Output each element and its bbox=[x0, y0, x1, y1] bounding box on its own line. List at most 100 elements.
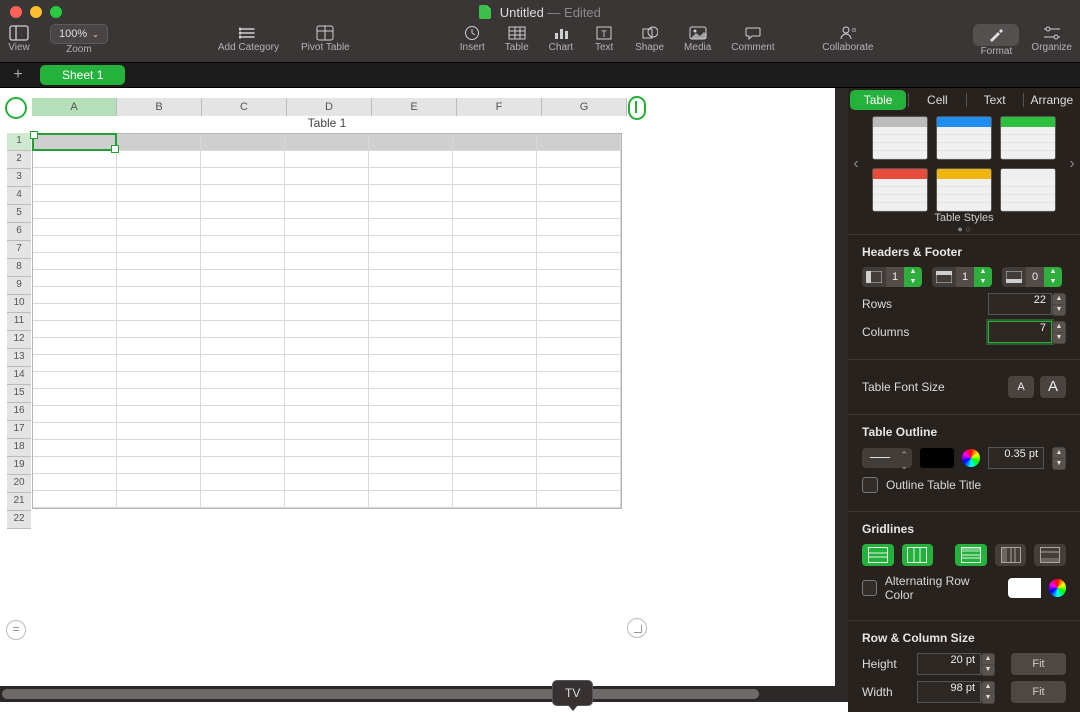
cell[interactable] bbox=[201, 151, 285, 168]
cell[interactable] bbox=[285, 219, 369, 236]
zoom-select[interactable]: 100%⌄ Zoom bbox=[50, 24, 108, 55]
cell[interactable] bbox=[369, 168, 453, 185]
cell[interactable] bbox=[369, 270, 453, 287]
alternating-color-well[interactable] bbox=[1008, 578, 1041, 598]
sheet-tab[interactable]: Sheet 1 bbox=[40, 65, 125, 85]
cell[interactable] bbox=[537, 406, 621, 423]
cell[interactable] bbox=[453, 406, 537, 423]
cell[interactable] bbox=[117, 202, 201, 219]
cell[interactable] bbox=[33, 287, 117, 304]
cell[interactable] bbox=[285, 168, 369, 185]
font-smaller-button[interactable]: A bbox=[1008, 376, 1034, 398]
cell[interactable] bbox=[369, 134, 453, 151]
cell[interactable] bbox=[117, 219, 201, 236]
cell[interactable] bbox=[537, 474, 621, 491]
tab-cell[interactable]: Cell bbox=[909, 93, 965, 107]
cell[interactable] bbox=[369, 491, 453, 508]
cell[interactable] bbox=[201, 134, 285, 151]
cell[interactable] bbox=[201, 355, 285, 372]
outline-title-checkbox[interactable] bbox=[862, 477, 878, 493]
col-header[interactable]: F bbox=[457, 98, 542, 116]
cell[interactable] bbox=[201, 423, 285, 440]
cell[interactable] bbox=[369, 372, 453, 389]
cell[interactable] bbox=[285, 457, 369, 474]
cell[interactable] bbox=[201, 406, 285, 423]
row-header[interactable]: 5 bbox=[7, 205, 31, 223]
col-header[interactable]: E bbox=[372, 98, 457, 116]
style-blue[interactable] bbox=[936, 116, 992, 160]
cell[interactable] bbox=[453, 185, 537, 202]
cell[interactable] bbox=[201, 321, 285, 338]
cell[interactable] bbox=[369, 202, 453, 219]
gridlines-footer[interactable] bbox=[1034, 544, 1066, 566]
cell[interactable] bbox=[285, 440, 369, 457]
cell[interactable] bbox=[537, 270, 621, 287]
media-button[interactable]: Media bbox=[684, 24, 711, 53]
row-header[interactable]: 13 bbox=[7, 349, 31, 367]
cell[interactable] bbox=[285, 406, 369, 423]
rows-input[interactable]: 22 bbox=[988, 293, 1052, 315]
row-header[interactable]: 19 bbox=[7, 457, 31, 475]
cell[interactable] bbox=[201, 270, 285, 287]
style-plain[interactable] bbox=[1000, 168, 1056, 212]
cell[interactable] bbox=[33, 151, 117, 168]
cell[interactable] bbox=[453, 457, 537, 474]
cell[interactable] bbox=[33, 253, 117, 270]
footer-rows-stepper[interactable]: 0 ▲▼ bbox=[1002, 267, 1062, 287]
cell[interactable] bbox=[369, 185, 453, 202]
cell[interactable] bbox=[33, 219, 117, 236]
cell[interactable] bbox=[537, 457, 621, 474]
cell[interactable] bbox=[201, 338, 285, 355]
cell[interactable] bbox=[201, 304, 285, 321]
cell[interactable] bbox=[369, 321, 453, 338]
table-handle-icon[interactable] bbox=[5, 97, 27, 119]
add-sheet-button[interactable]: + bbox=[0, 66, 36, 84]
style-red[interactable] bbox=[872, 168, 928, 212]
cell[interactable] bbox=[117, 287, 201, 304]
pivot-table-button[interactable]: Pivot Table bbox=[301, 24, 350, 53]
columns-input[interactable]: 7 bbox=[988, 321, 1052, 343]
cell[interactable] bbox=[201, 389, 285, 406]
tab-text[interactable]: Text bbox=[967, 93, 1023, 107]
cell[interactable] bbox=[33, 338, 117, 355]
row-header[interactable]: 14 bbox=[7, 367, 31, 385]
col-width-input[interactable]: 98 pt bbox=[917, 681, 981, 703]
table-title[interactable]: Table 1 bbox=[32, 116, 622, 130]
row-header[interactable]: 17 bbox=[7, 421, 31, 439]
cell[interactable] bbox=[33, 372, 117, 389]
insert-button[interactable]: Insert bbox=[460, 24, 485, 53]
cell[interactable] bbox=[285, 304, 369, 321]
gridlines-vert-header[interactable] bbox=[995, 544, 1027, 566]
cell[interactable] bbox=[33, 491, 117, 508]
cell[interactable] bbox=[453, 202, 537, 219]
cell[interactable] bbox=[453, 253, 537, 270]
cell[interactable] bbox=[117, 474, 201, 491]
cell[interactable] bbox=[201, 440, 285, 457]
table-button[interactable]: Table bbox=[505, 24, 529, 53]
cell[interactable] bbox=[117, 134, 201, 151]
cell[interactable] bbox=[33, 185, 117, 202]
cell[interactable] bbox=[285, 355, 369, 372]
tab-table[interactable]: Table bbox=[850, 90, 906, 110]
chart-button[interactable]: Chart bbox=[549, 24, 573, 53]
cell[interactable] bbox=[537, 185, 621, 202]
spreadsheet-canvas[interactable]: ABCDEFG Table 1 123456789101112131415161… bbox=[0, 88, 848, 712]
cell[interactable] bbox=[369, 355, 453, 372]
cell[interactable] bbox=[453, 287, 537, 304]
cell[interactable] bbox=[117, 338, 201, 355]
cell[interactable] bbox=[117, 151, 201, 168]
cell[interactable] bbox=[117, 389, 201, 406]
cell[interactable] bbox=[201, 372, 285, 389]
cell[interactable] bbox=[537, 151, 621, 168]
cell[interactable] bbox=[369, 304, 453, 321]
header-columns-stepper[interactable]: 1 ▲▼ bbox=[862, 267, 922, 287]
cell[interactable] bbox=[285, 338, 369, 355]
col-header[interactable]: G bbox=[542, 98, 627, 116]
cell[interactable] bbox=[453, 219, 537, 236]
cell[interactable] bbox=[33, 474, 117, 491]
cell[interactable] bbox=[453, 423, 537, 440]
style-orange[interactable] bbox=[936, 168, 992, 212]
view-button[interactable]: View bbox=[8, 24, 30, 53]
cell[interactable] bbox=[285, 134, 369, 151]
cell[interactable] bbox=[453, 440, 537, 457]
